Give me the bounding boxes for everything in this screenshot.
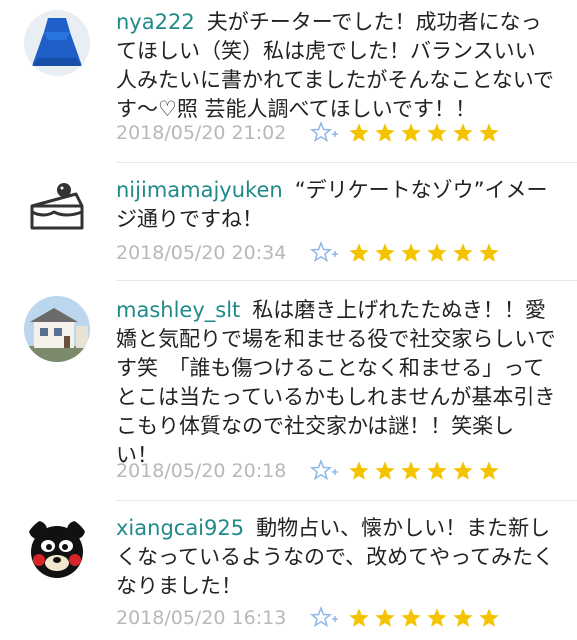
star-plus-icon[interactable] bbox=[310, 241, 340, 265]
star-icon bbox=[426, 460, 448, 482]
rating-stars bbox=[348, 460, 500, 482]
star-icon bbox=[478, 242, 500, 264]
star-icon bbox=[452, 122, 474, 144]
rating-stars bbox=[348, 607, 500, 629]
star-icon bbox=[400, 242, 422, 264]
star-plus-icon[interactable] bbox=[310, 459, 340, 483]
rating-stars bbox=[348, 122, 500, 144]
star-icon bbox=[426, 122, 448, 144]
bear-mascot-avatar-image bbox=[24, 516, 90, 582]
divider bbox=[116, 500, 577, 501]
avatar[interactable] bbox=[24, 176, 90, 242]
rating-stars bbox=[348, 242, 500, 264]
star-icon bbox=[452, 607, 474, 629]
star-icon bbox=[348, 242, 370, 264]
star-icon bbox=[374, 122, 396, 144]
comment-username[interactable]: mashley_slt bbox=[116, 298, 240, 322]
divider bbox=[116, 280, 577, 281]
comment-text: nya222 夫がチーターでした！成功者になってほしい（笑）私は虎でした！バランス… bbox=[116, 8, 556, 124]
comment-meta: 2018/05/20 21:02 bbox=[116, 118, 556, 148]
divider bbox=[116, 162, 577, 163]
avatar[interactable] bbox=[24, 296, 90, 362]
star-icon bbox=[478, 607, 500, 629]
cake-avatar-image bbox=[24, 176, 90, 242]
star-icon bbox=[452, 460, 474, 482]
star-icon bbox=[478, 460, 500, 482]
house-avatar-image bbox=[24, 296, 90, 362]
comment-body: 私は磨き上げれたたぬき！！愛嬌と気配りで場を和ませる役で社交家らしいです笑 「誰… bbox=[116, 298, 556, 467]
star-icon bbox=[374, 460, 396, 482]
star-icon bbox=[478, 122, 500, 144]
star-icon bbox=[400, 460, 422, 482]
comment-username[interactable]: nya222 bbox=[116, 10, 195, 34]
star-icon bbox=[452, 242, 474, 264]
comment-username[interactable]: xiangcai925 bbox=[116, 516, 244, 540]
comment-meta: 2018/05/20 20:18 bbox=[116, 456, 556, 486]
comment-username[interactable]: nijimamajyuken bbox=[116, 178, 283, 202]
star-icon bbox=[348, 122, 370, 144]
comment-timestamp: 2018/05/20 16:13 bbox=[116, 607, 287, 629]
star-icon bbox=[348, 460, 370, 482]
comment-text: nijimamajyuken “デリケートなゾウ”イメージ通りですね！ bbox=[116, 176, 556, 234]
dress-avatar-image bbox=[24, 10, 90, 76]
star-icon bbox=[400, 122, 422, 144]
star-icon bbox=[374, 607, 396, 629]
comment-timestamp: 2018/05/20 20:18 bbox=[116, 460, 287, 482]
comment-text: xiangcai925 動物占い、懐かしい！また新しくなっているようなので、改めて… bbox=[116, 514, 556, 601]
comment-timestamp: 2018/05/20 20:34 bbox=[116, 242, 287, 264]
star-icon bbox=[426, 242, 448, 264]
comment-timestamp: 2018/05/20 21:02 bbox=[116, 122, 287, 144]
star-icon bbox=[400, 607, 422, 629]
star-plus-icon[interactable] bbox=[310, 606, 340, 630]
comment-meta: 2018/05/20 20:34 bbox=[116, 238, 556, 268]
star-plus-icon[interactable] bbox=[310, 121, 340, 145]
star-icon bbox=[426, 607, 448, 629]
star-icon bbox=[348, 607, 370, 629]
comment-text: mashley_slt 私は磨き上げれたたぬき！！愛嬌と気配りで場を和ませる役で社… bbox=[116, 296, 556, 470]
avatar[interactable] bbox=[24, 516, 90, 582]
comment-meta: 2018/05/20 16:13 bbox=[116, 603, 556, 633]
star-icon bbox=[374, 242, 396, 264]
avatar[interactable] bbox=[24, 10, 90, 76]
